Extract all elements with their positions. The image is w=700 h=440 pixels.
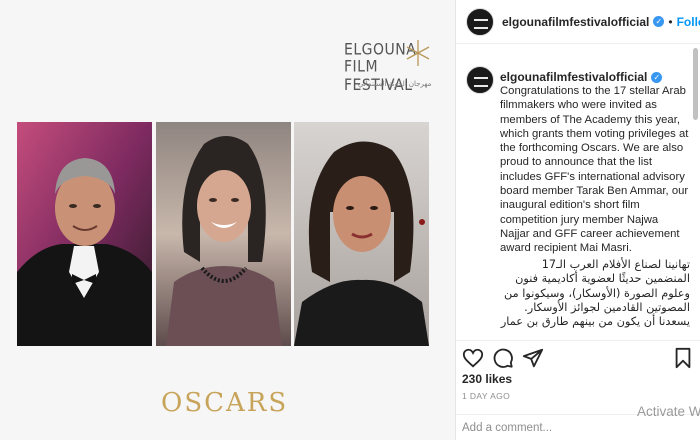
portrait-1-illustration [17,122,152,346]
caption-username[interactable]: elgounafilmfestivalofficial [500,70,647,84]
verified-badge-icon: ✓ [651,71,663,83]
portrait-photo-1 [17,122,152,346]
separator-dot: • [668,14,673,29]
portrait-2-illustration [156,122,291,346]
portrait-photo-2 [156,122,291,346]
portrait-3-illustration [294,122,429,346]
avatar[interactable] [466,7,494,36]
brand-arabic-text: مهرجان الجونة السينمائي [358,80,432,88]
portrait-photo-3 [294,122,429,346]
caption-scrollbar[interactable] [693,44,698,340]
heart-icon[interactable] [462,347,484,369]
caption-user: elgounafilmfestivalofficial ✓ [500,70,663,84]
comment-input[interactable] [462,421,622,434]
header-username[interactable]: elgounafilmfestivalofficial [502,15,649,29]
share-icon[interactable] [522,347,544,369]
activate-windows-watermark: Activate W [637,404,700,419]
caption-english-text: Congratulations to the 17 stellar Arab f… [500,85,689,255]
bookmark-icon[interactable] [672,347,694,369]
likes-count[interactable]: 230 likes [462,372,512,386]
oscars-logo: OSCARS [161,388,289,418]
caption-arabic-text: تهانينا لصناع الأفلام العرب الـ17 المنضم… [500,258,690,329]
star-icon [406,40,430,66]
post-date[interactable]: 1 DAY AGO [462,391,510,401]
elgouna-film-festival-logo: ELGOUNA FILM FESTIVAL مهرجان الجونة السي… [344,40,434,96]
comment-icon[interactable] [492,347,514,369]
action-bar [456,340,700,376]
caption-avatar[interactable] [466,66,494,94]
caption-panel: elgounafilmfestivalofficial ✓ Congratula… [456,54,692,340]
post-header: elgounafilmfestivalofficial ✓ • Follow [456,0,700,44]
scrollbar-thumb[interactable] [693,48,698,120]
follow-button[interactable]: Follow [677,15,700,29]
post-image[interactable]: ELGOUNA FILM FESTIVAL مهرجان الجونة السي… [0,0,455,440]
verified-badge-icon: ✓ [653,16,665,27]
